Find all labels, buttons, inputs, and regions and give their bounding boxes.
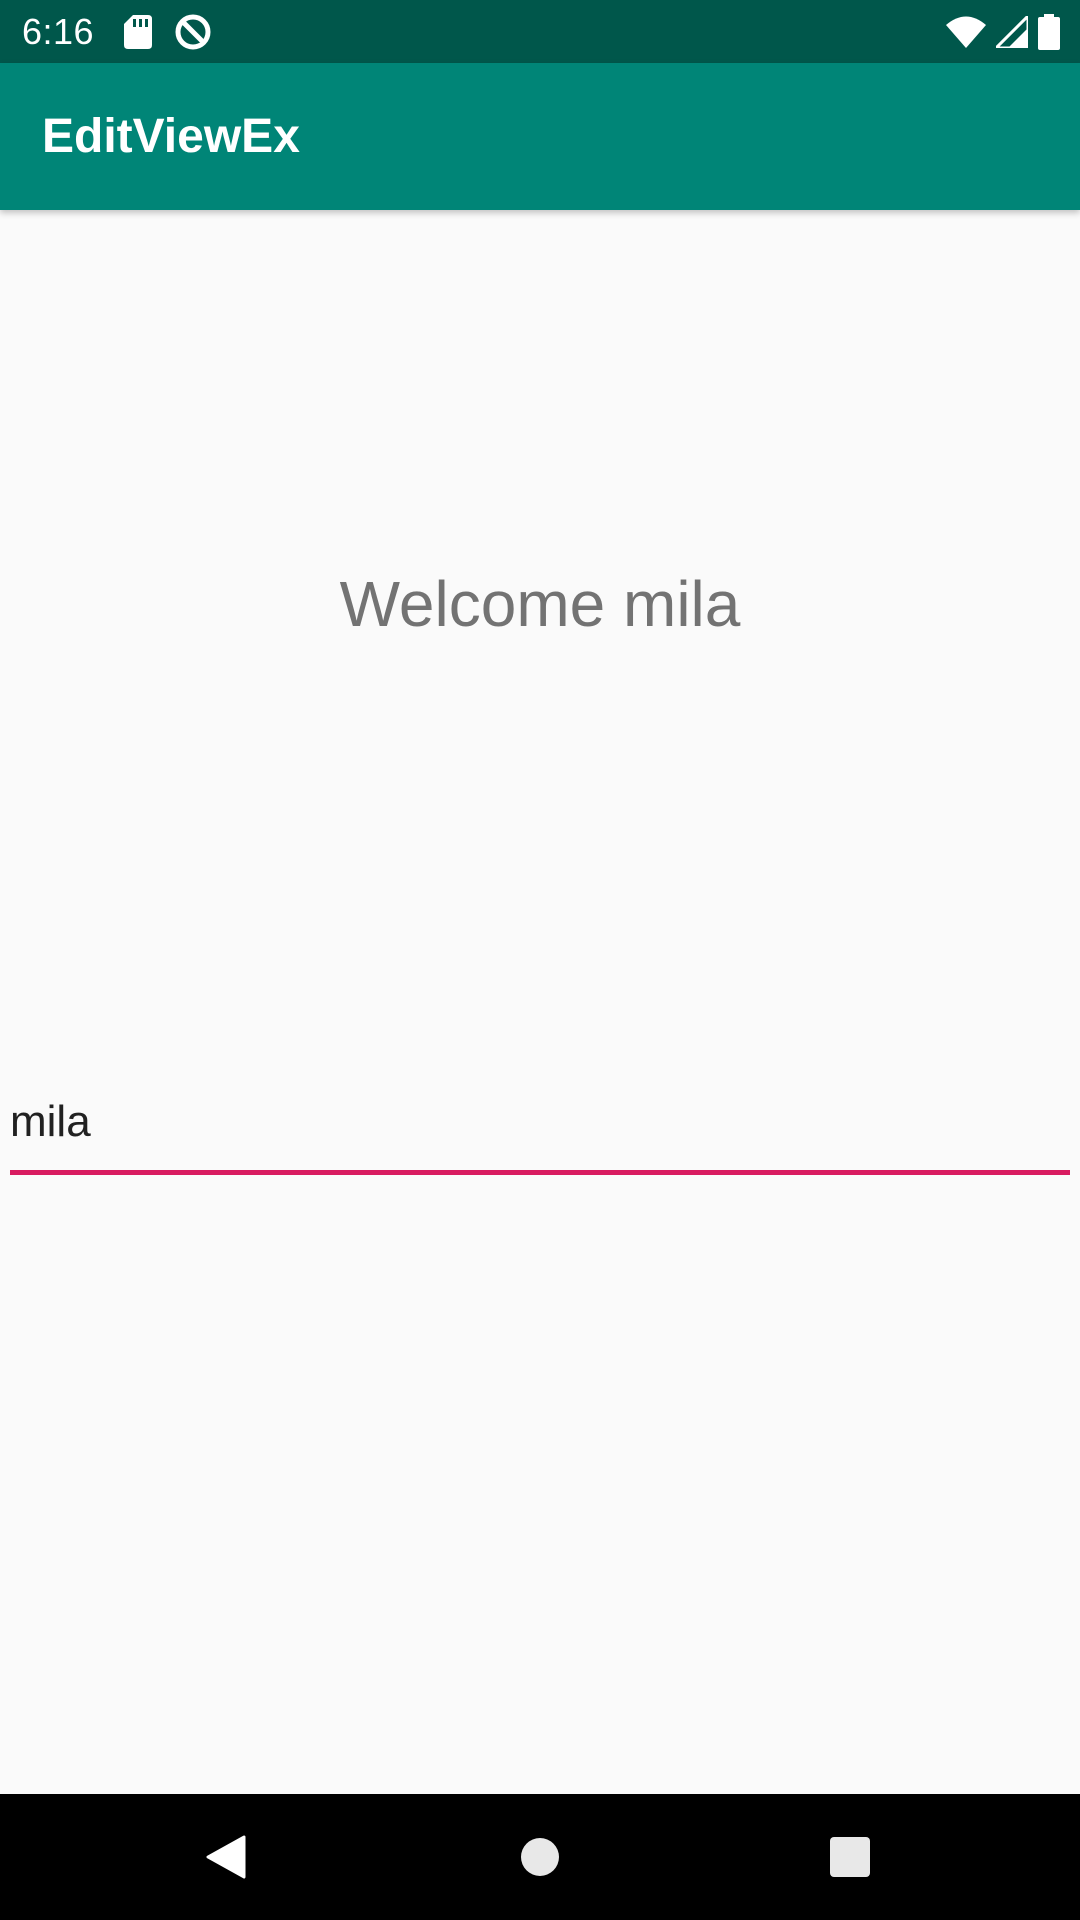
back-button[interactable]: [196, 1827, 256, 1887]
wifi-icon: [946, 16, 986, 48]
screen: 6:16 EditViewEx Welcome mila mila: [0, 0, 1080, 1920]
recents-button[interactable]: [820, 1827, 880, 1887]
name-input-underline: [10, 1170, 1070, 1175]
status-bar: 6:16: [0, 0, 1080, 63]
welcome-text: Welcome mila: [339, 568, 741, 640]
sd-card-icon: [124, 15, 152, 49]
back-icon: [206, 1835, 246, 1879]
status-time: 6:16: [22, 11, 95, 52]
name-input[interactable]: [10, 1082, 1070, 1162]
status-left-icons: [124, 14, 234, 50]
home-icon: [521, 1838, 559, 1876]
app-title: EditViewEx: [42, 110, 300, 163]
recents-icon: [830, 1837, 870, 1877]
battery-icon: [1038, 14, 1060, 50]
app-bar: EditViewEx: [0, 63, 1080, 210]
home-button[interactable]: [510, 1827, 570, 1887]
navigation-bar: [0, 1794, 1080, 1920]
data-saver-icon: [175, 14, 211, 50]
name-field[interactable]: [10, 1082, 1070, 1175]
cell-signal-icon: [996, 16, 1028, 48]
status-right-icons: [936, 12, 1060, 52]
